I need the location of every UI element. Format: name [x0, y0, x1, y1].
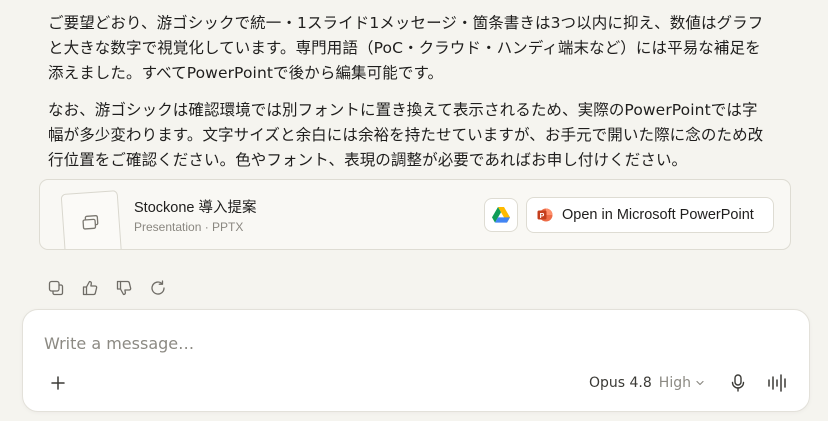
thumbs-down-button[interactable]: [114, 278, 134, 298]
file-title: Stockone 導入提案: [134, 200, 257, 216]
powerpoint-icon: P: [537, 208, 553, 222]
effort-level: High: [658, 375, 691, 391]
assistant-paragraph-1: ご要望どおり、游ゴシックで統一・1スライド1メッセージ・箇条書きは3つ以内に抑え…: [48, 14, 764, 82]
message-composer: Opus 4.8 High: [22, 309, 810, 412]
slides-icon: [82, 215, 99, 230]
model-selector[interactable]: Opus 4.8 High: [589, 372, 705, 394]
copy-button[interactable]: [46, 278, 66, 298]
dictation-button[interactable]: [727, 371, 749, 395]
plus-icon: [51, 376, 65, 390]
copy-icon: [48, 280, 64, 296]
retry-icon: [151, 280, 165, 295]
google-drive-icon: [492, 207, 510, 223]
open-in-powerpoint-button[interactable]: P Open in Microsoft PowerPoint: [526, 197, 774, 233]
thumbs-down-icon: [116, 280, 132, 296]
message-input[interactable]: [44, 330, 744, 356]
retry-button[interactable]: [148, 278, 168, 298]
save-to-google-drive-button[interactable]: [484, 198, 518, 232]
thumbs-up-icon: [82, 280, 98, 296]
svg-text:P: P: [540, 213, 545, 220]
open-in-powerpoint-label: Open in Microsoft PowerPoint: [562, 207, 754, 223]
assistant-paragraph-2: なお、游ゴシックは確認環境では別フォントに置き換えて表示されるため、実際のPow…: [48, 101, 764, 169]
message-actions-bar: [46, 278, 168, 298]
microphone-icon: [731, 374, 745, 392]
file-thumbnail: [60, 190, 123, 249]
add-attachment-button[interactable]: [47, 372, 69, 394]
file-attachment-card[interactable]: Stockone 導入提案 Presentation · PPTX P Open…: [39, 179, 791, 250]
thumbs-up-button[interactable]: [80, 278, 100, 298]
file-type-label: Presentation · PPTX: [134, 220, 244, 234]
chevron-down-icon: [696, 380, 704, 386]
voice-mode-icon: [768, 374, 786, 392]
model-name: Opus 4.8: [589, 375, 652, 391]
voice-mode-button[interactable]: [766, 371, 790, 395]
